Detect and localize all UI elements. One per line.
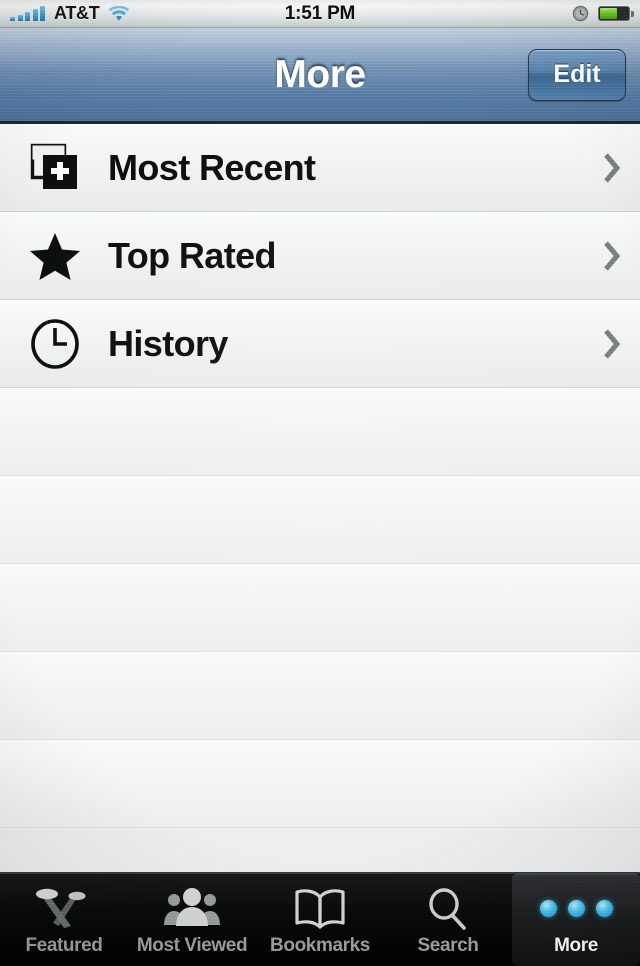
carrier-label: AT&T bbox=[54, 3, 100, 23]
list-item-label: Top Rated bbox=[108, 234, 277, 276]
edit-button[interactable]: Edit bbox=[528, 48, 626, 101]
alarm-clock-icon bbox=[572, 5, 589, 22]
tab-bar: Featured Most Viewed Bookmarks Search Mo… bbox=[0, 872, 640, 966]
list-item-most-recent[interactable]: Most Recent bbox=[0, 124, 640, 212]
chevron-right-icon bbox=[604, 152, 621, 183]
tab-featured[interactable]: Featured bbox=[0, 874, 128, 966]
spotlights-icon bbox=[33, 884, 95, 932]
tab-label: Most Viewed bbox=[136, 935, 248, 956]
empty-list-row bbox=[0, 740, 640, 828]
battery-icon bbox=[598, 6, 634, 21]
tab-bookmarks[interactable]: Bookmarks bbox=[256, 874, 384, 966]
new-document-icon bbox=[26, 139, 84, 197]
settings-list: Most Recent Top Rated History bbox=[0, 124, 640, 872]
status-bar-left: AT&T bbox=[10, 3, 130, 24]
iphone-screen: AT&T 1:51 PM More Edit Most Recent Top R… bbox=[0, 0, 640, 966]
tab-label: Search bbox=[417, 935, 479, 956]
signal-bars-icon bbox=[10, 6, 45, 21]
people-group-icon bbox=[161, 884, 223, 932]
empty-list-row bbox=[0, 564, 640, 652]
tab-label: More bbox=[554, 935, 598, 956]
three-dots-icon bbox=[539, 884, 613, 932]
tab-most-viewed[interactable]: Most Viewed bbox=[128, 874, 256, 966]
status-bar-right bbox=[572, 5, 634, 22]
magnifier-icon bbox=[417, 884, 479, 932]
list-item-top-rated[interactable]: Top Rated bbox=[0, 212, 640, 300]
list-item-label: Most Recent bbox=[108, 146, 316, 188]
wifi-icon bbox=[109, 5, 130, 21]
star-icon bbox=[26, 227, 84, 285]
chevron-right-icon bbox=[604, 328, 621, 359]
list-item-history[interactable]: History bbox=[0, 300, 640, 388]
empty-list-row bbox=[0, 652, 640, 740]
clock-icon bbox=[26, 315, 84, 373]
status-bar: AT&T 1:51 PM bbox=[0, 0, 640, 28]
chevron-right-icon bbox=[604, 240, 621, 271]
empty-list-row bbox=[0, 388, 640, 476]
tab-label: Featured bbox=[25, 935, 103, 956]
empty-list-row bbox=[0, 476, 640, 564]
page-title: More bbox=[274, 52, 366, 96]
tab-more[interactable]: More bbox=[512, 874, 640, 966]
open-book-icon bbox=[289, 884, 351, 932]
status-time: 1:51 PM bbox=[284, 2, 356, 24]
tab-label: Bookmarks bbox=[270, 935, 370, 956]
list-item-label: History bbox=[108, 322, 228, 364]
navigation-bar: More Edit bbox=[0, 28, 640, 124]
tab-search[interactable]: Search bbox=[384, 874, 512, 966]
